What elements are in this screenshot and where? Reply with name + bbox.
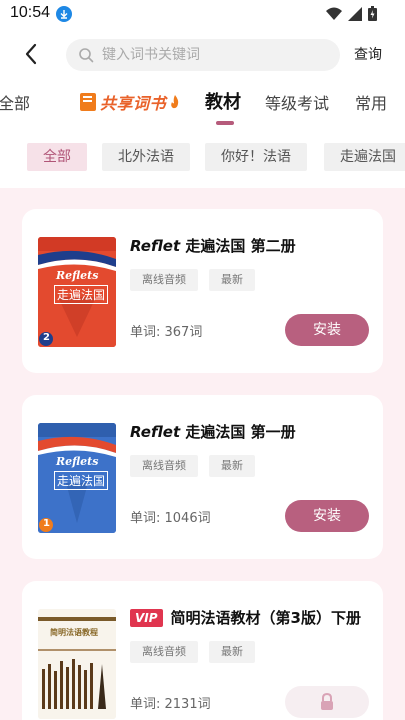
query-button[interactable]: 查询 [354, 44, 382, 64]
tag-offline-audio: 离线音频 [130, 269, 198, 291]
download-icon [56, 6, 72, 22]
cover-subtitle: 走遍法国 [54, 285, 109, 304]
book-cover: Reflets 走遍法国 1 [38, 423, 116, 533]
book-cover: 简明法语教程 [38, 609, 116, 719]
cover-subtitle: 走遍法国 [54, 471, 109, 490]
category-tabs: 全部 共享词书 教材 等级考试 常用 [0, 82, 405, 130]
tag-offline-audio: 离线音频 [130, 641, 198, 663]
search-input[interactable] [102, 39, 332, 71]
cover-volume: 2 [43, 332, 50, 343]
filter-chip-bonjour-french[interactable]: 你好！法语 [205, 143, 307, 171]
chevron-left-icon [25, 43, 37, 65]
signal-icon [348, 6, 362, 21]
vip-badge: VIP [130, 609, 163, 627]
tab-all[interactable]: 全部 [0, 90, 30, 114]
install-button[interactable]: 安装 [285, 500, 369, 532]
book-title: Reflet 走遍法国 第二册 [130, 235, 296, 256]
cover-title: Reflets [56, 269, 99, 282]
wifi-icon [326, 7, 342, 20]
filter-chip-all[interactable]: 全部 [27, 143, 87, 171]
cover-volume: 1 [43, 518, 50, 529]
word-count: 单词: 367词 [130, 325, 203, 340]
word-count: 单词: 1046词 [130, 511, 211, 526]
book-title: VIP 简明法语教材（第3版）下册 [130, 607, 361, 628]
search-box[interactable] [66, 39, 340, 71]
book-card[interactable]: Reflets 走遍法国 1 Reflet 走遍法国 第一册 离线音频 最新 单… [22, 395, 383, 559]
status-bar: 10:54 [0, 0, 405, 30]
book-card[interactable]: 简明法语教程 VIP 简明法语教材（第3版）下册 离线音频 最新 单词: 2131… [22, 581, 383, 720]
tab-common[interactable]: 常用 [355, 90, 387, 114]
tag-offline-audio: 离线音频 [130, 455, 198, 477]
book-title-rest: 走遍法国 第一册 [180, 423, 296, 441]
search-icon [79, 48, 94, 63]
book-title-rest: 走遍法国 第二册 [180, 237, 296, 255]
battery-icon [368, 6, 377, 21]
book-cover: Reflets 走遍法国 2 [38, 237, 116, 347]
back-button[interactable] [20, 42, 44, 66]
book-title-italic: Reflet [130, 423, 181, 441]
locked-button[interactable] [285, 686, 369, 718]
tab-shared-books-label: 共享词书 [100, 94, 167, 113]
book-title-italic: Reflet [130, 237, 181, 255]
tag-latest: 最新 [209, 269, 255, 291]
tab-shared-books[interactable]: 共享词书 [80, 90, 180, 114]
filter-chip-reflets[interactable]: 走遍法国 [324, 143, 405, 171]
status-time: 10:54 [10, 4, 51, 21]
tag-latest: 最新 [209, 641, 255, 663]
book-icon [80, 93, 96, 111]
book-title: Reflet 走遍法国 第一册 [130, 421, 296, 442]
book-card[interactable]: Reflets 走遍法国 2 Reflet 走遍法国 第二册 离线音频 最新 单… [22, 209, 383, 373]
tab-indicator [216, 121, 234, 125]
lock-icon [321, 693, 333, 710]
filter-chips: 全部 北外法语 你好！法语 走遍法国 [0, 140, 405, 176]
filter-chip-bfsu-french[interactable]: 北外法语 [102, 143, 190, 171]
tab-textbooks[interactable]: 教材 [205, 88, 241, 114]
word-count: 单词: 2131词 [130, 697, 211, 712]
cover-title: Reflets [56, 455, 99, 468]
install-button[interactable]: 安装 [285, 314, 369, 346]
cover-title: 简明法语教程 [50, 628, 98, 637]
book-title-rest: 简明法语教材（第3版）下册 [170, 609, 361, 627]
tab-level-exams[interactable]: 等级考试 [265, 90, 329, 114]
tag-latest: 最新 [209, 455, 255, 477]
book-list: Reflets 走遍法国 2 Reflet 走遍法国 第二册 离线音频 最新 单… [0, 188, 405, 720]
header: 查询 [0, 30, 405, 80]
flame-icon [171, 95, 179, 109]
